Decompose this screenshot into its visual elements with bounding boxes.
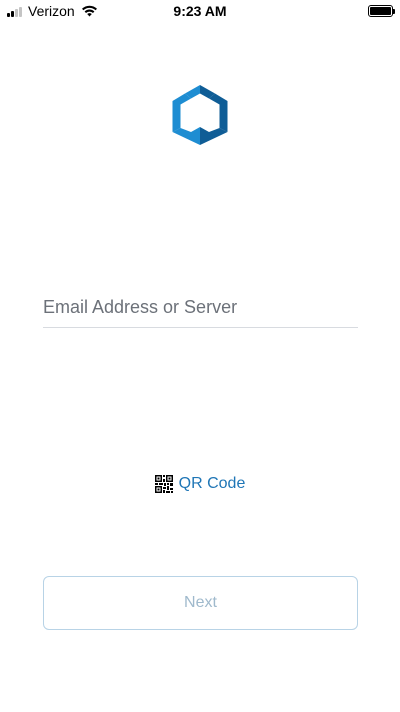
qr-code-link[interactable]: QR Code — [0, 472, 400, 496]
email-or-server-input[interactable] — [43, 288, 358, 328]
battery-fill — [370, 7, 391, 15]
next-button[interactable]: Next — [43, 576, 358, 630]
battery-cap — [393, 9, 395, 14]
qr-code-icon — [154, 475, 173, 493]
status-bar: Verizon 9:23 AM — [0, 0, 400, 24]
hexagon-logo-icon — [172, 85, 228, 145]
qr-code-label: QR Code — [178, 475, 246, 492]
battery-icon — [368, 5, 395, 17]
login-screen: Verizon 9:23 AM Email Address or Server … — [0, 0, 400, 712]
clock: 9:23 AM — [173, 3, 227, 19]
